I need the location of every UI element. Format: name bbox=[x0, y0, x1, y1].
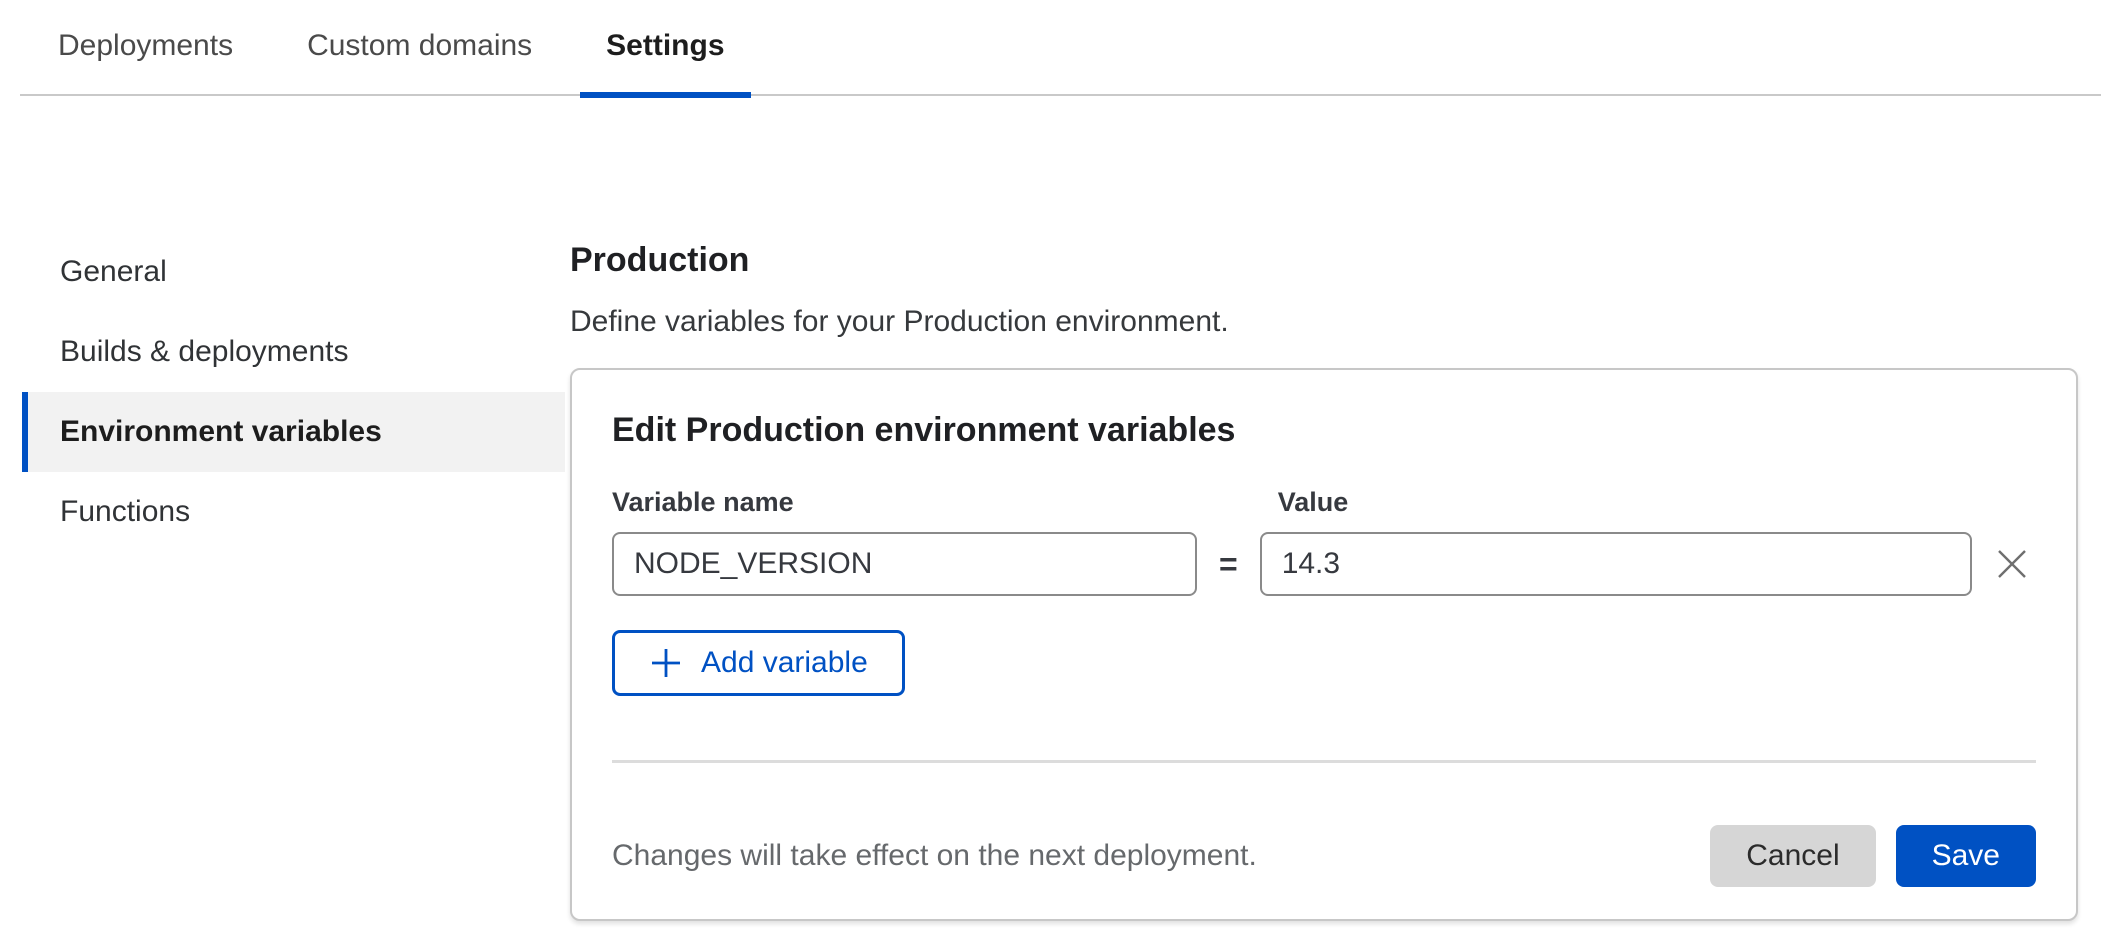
variable-name-field-group: Variable name bbox=[612, 486, 1197, 596]
variable-value-field-group: Value bbox=[1260, 486, 1972, 596]
footer-note: Changes will take effect on the next dep… bbox=[612, 839, 1257, 873]
tab-deployments[interactable]: Deployments bbox=[32, 0, 259, 98]
cancel-button[interactable]: Cancel bbox=[1710, 825, 1875, 887]
sidebar-item-functions[interactable]: Functions bbox=[22, 472, 565, 552]
settings-layout: General Builds & deployments Environment… bbox=[0, 232, 2121, 921]
variable-value-input[interactable] bbox=[1260, 532, 1972, 596]
tab-bar: Deployments Custom domains Settings bbox=[20, 0, 2101, 96]
tab-settings[interactable]: Settings bbox=[580, 0, 750, 98]
remove-variable-button[interactable] bbox=[1988, 532, 2036, 596]
card-title: Edit Production environment variables bbox=[612, 410, 2036, 450]
plus-icon bbox=[649, 646, 683, 680]
sidebar-item-general[interactable]: General bbox=[22, 232, 565, 312]
section-subtitle: Define variables for your Production env… bbox=[570, 304, 2078, 340]
variable-value-label: Value bbox=[1260, 486, 1972, 518]
settings-sidebar: General Builds & deployments Environment… bbox=[22, 232, 565, 921]
variable-name-label: Variable name bbox=[612, 486, 1197, 518]
sidebar-item-environment-variables[interactable]: Environment variables bbox=[22, 392, 565, 472]
tab-custom-domains[interactable]: Custom domains bbox=[281, 0, 558, 98]
variable-name-input[interactable] bbox=[612, 532, 1197, 596]
save-button[interactable]: Save bbox=[1896, 825, 2036, 887]
footer-actions: Cancel Save bbox=[1710, 825, 2036, 887]
variable-row: Variable name = Value bbox=[612, 486, 2036, 596]
environment-variables-card: Edit Production environment variables Va… bbox=[570, 368, 2078, 921]
main-content: Production Define variables for your Pro… bbox=[570, 232, 2078, 921]
add-variable-button-label: Add variable bbox=[701, 646, 868, 680]
x-icon bbox=[1992, 544, 2032, 584]
card-footer: Changes will take effect on the next dep… bbox=[612, 825, 2036, 887]
add-variable-button[interactable]: Add variable bbox=[612, 630, 905, 696]
card-divider bbox=[612, 760, 2036, 763]
sidebar-item-builds-deployments[interactable]: Builds & deployments bbox=[22, 312, 565, 392]
section-title: Production bbox=[570, 240, 2078, 280]
equals-sign: = bbox=[1219, 532, 1238, 596]
